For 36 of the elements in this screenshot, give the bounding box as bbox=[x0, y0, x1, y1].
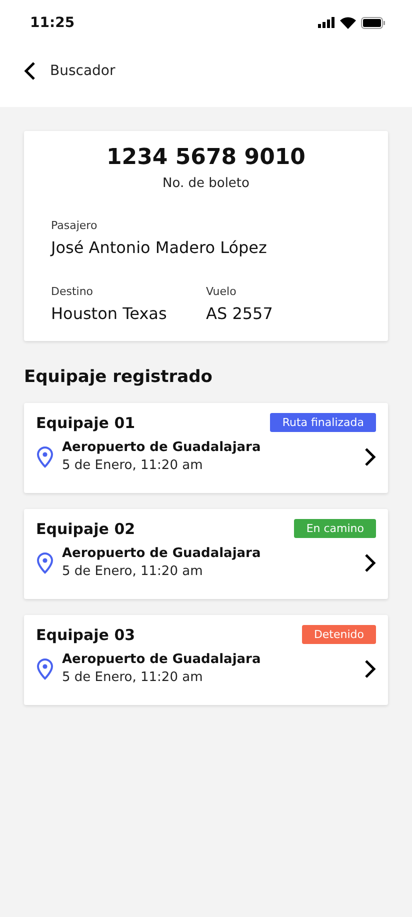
destination-value: Houston Texas bbox=[51, 304, 168, 323]
status-badge: Detenido bbox=[302, 625, 376, 644]
location-name: Aeropuerto de Guadalajara bbox=[62, 652, 262, 667]
location-pin-icon bbox=[36, 446, 54, 468]
status-badge: Ruta finalizada bbox=[270, 413, 376, 432]
location-date: 5 de Enero, 11:20 am bbox=[62, 458, 204, 473]
chevron-right-icon[interactable] bbox=[364, 446, 376, 466]
location-date: 5 de Enero, 11:20 am bbox=[62, 670, 204, 685]
baggage-card[interactable]: Equipaje 02 En camino Aeropuerto de Guadalajara 5 de Enero, 11:20 am bbox=[24, 509, 388, 599]
location-pin-icon bbox=[36, 658, 54, 680]
section-title: Equipaje registrado bbox=[24, 367, 214, 387]
wifi-icon bbox=[340, 16, 356, 28]
passenger-name: José Antonio Madero López bbox=[51, 238, 268, 257]
baggage-card[interactable]: Equipaje 01 Ruta finalizada Aeropuerto de Guadalajara 5 de Enero, 11:20 am bbox=[24, 403, 388, 493]
location-name: Aeropuerto de Guadalajara bbox=[62, 546, 262, 561]
back-icon bbox=[24, 61, 36, 81]
status-badge: En camino bbox=[294, 519, 376, 538]
ticket-number-label: No. de boleto bbox=[162, 176, 250, 191]
flight-label: Vuelo bbox=[206, 285, 238, 298]
ticket-number: 1234 5678 9010 bbox=[105, 145, 306, 170]
destination-label: Destino bbox=[51, 285, 94, 298]
baggage-card[interactable]: Equipaje 03 Detenido Aeropuerto de Guadalajara 5 de Enero, 11:20 am bbox=[24, 615, 388, 705]
signal-icon bbox=[318, 17, 335, 28]
location-name: Aeropuerto de Guadalajara bbox=[62, 440, 262, 455]
location-date: 5 de Enero, 11:20 am bbox=[62, 564, 204, 579]
back-button[interactable]: Buscador bbox=[24, 61, 116, 81]
baggage-name: Equipaje 03 bbox=[36, 626, 136, 644]
baggage-name: Equipaje 01 bbox=[36, 414, 136, 432]
baggage-name: Equipaje 02 bbox=[36, 520, 136, 538]
status-time: 11:25 bbox=[30, 14, 75, 30]
flight-value: AS 2557 bbox=[206, 304, 274, 323]
battery-icon bbox=[361, 16, 386, 28]
chevron-right-icon[interactable] bbox=[364, 552, 376, 572]
passenger-label: Pasajero bbox=[51, 219, 98, 232]
chevron-right-icon[interactable] bbox=[364, 658, 376, 678]
location-pin-icon bbox=[36, 552, 54, 574]
